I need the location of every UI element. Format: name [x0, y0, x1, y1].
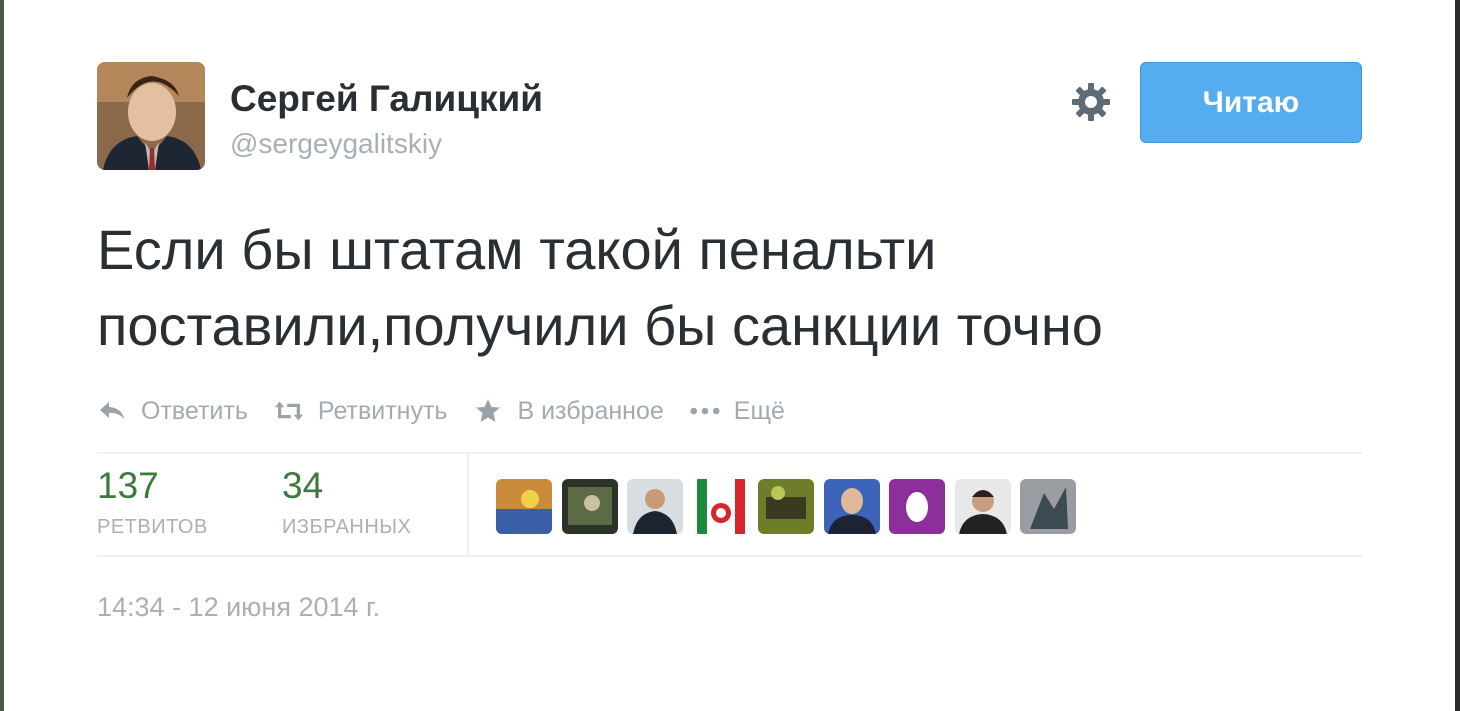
tweet-actions: Ответить Ретвитнуть В избранное Ещё	[97, 393, 811, 429]
retweet-icon	[274, 396, 304, 426]
favorite-caption: ИЗБРАННЫХ	[282, 516, 412, 538]
favorite-count-stat[interactable]: 34 ИЗБРАННЫХ	[282, 466, 411, 539]
user-avatar[interactable]	[97, 62, 205, 170]
tweet-text-line: поставили,получили бы санкции точно	[97, 294, 1103, 357]
divider	[97, 452, 1362, 454]
favoriter-avatar[interactable]	[758, 479, 814, 534]
favoriter-avatar[interactable]	[627, 479, 683, 534]
user-display-name[interactable]: Сергей Галицкий	[230, 78, 543, 120]
favoriter-avatar[interactable]	[889, 479, 945, 534]
star-icon	[473, 396, 503, 426]
gear-icon[interactable]	[1069, 80, 1113, 124]
favoriter-avatar[interactable]	[954, 479, 1011, 534]
retweet-count: 137	[97, 465, 159, 506]
tweet-text: Если бы штатам такой пенальти поставили,…	[97, 212, 1337, 364]
window-border-left	[0, 0, 4, 711]
reply-label: Ответить	[141, 396, 248, 425]
reply-icon	[97, 396, 127, 426]
tweet-card: Сергей Галицкий @sergeygalitskiy Читаю Е…	[97, 0, 1365, 711]
user-handle[interactable]: @sergeygalitskiy	[230, 128, 442, 160]
tweet-text-line: Если бы штатам такой пенальти	[97, 218, 937, 281]
favoriter-avatar[interactable]	[823, 479, 880, 534]
favoriter-avatar[interactable]	[1020, 479, 1076, 534]
favoriter-avatar[interactable]	[496, 479, 552, 534]
favorite-count: 34	[282, 465, 324, 506]
retweet-count-stat[interactable]: 137 РЕТВИТОВ	[97, 466, 208, 539]
more-label: Ещё	[733, 396, 785, 425]
favoriter-avatar[interactable]	[561, 479, 618, 534]
following-button[interactable]: Читаю	[1140, 62, 1362, 143]
stats-separator	[467, 454, 469, 556]
favoriters-list	[496, 479, 1086, 534]
divider	[97, 555, 1362, 557]
favoriter-avatar[interactable]	[692, 479, 749, 534]
reply-button[interactable]: Ответить	[97, 396, 248, 426]
more-icon	[690, 396, 720, 426]
window-border-right	[1455, 0, 1460, 711]
retweet-label: Ретвитнуть	[317, 396, 448, 425]
favorite-label: В избранное	[517, 396, 664, 425]
tweet-timestamp[interactable]: 14:34 - 12 июня 2014 г.	[97, 592, 380, 623]
retweet-caption: РЕТВИТОВ	[97, 516, 208, 538]
more-button[interactable]: Ещё	[690, 396, 785, 426]
favorite-button[interactable]: В избранное	[473, 396, 664, 426]
retweet-button[interactable]: Ретвитнуть	[274, 396, 448, 426]
